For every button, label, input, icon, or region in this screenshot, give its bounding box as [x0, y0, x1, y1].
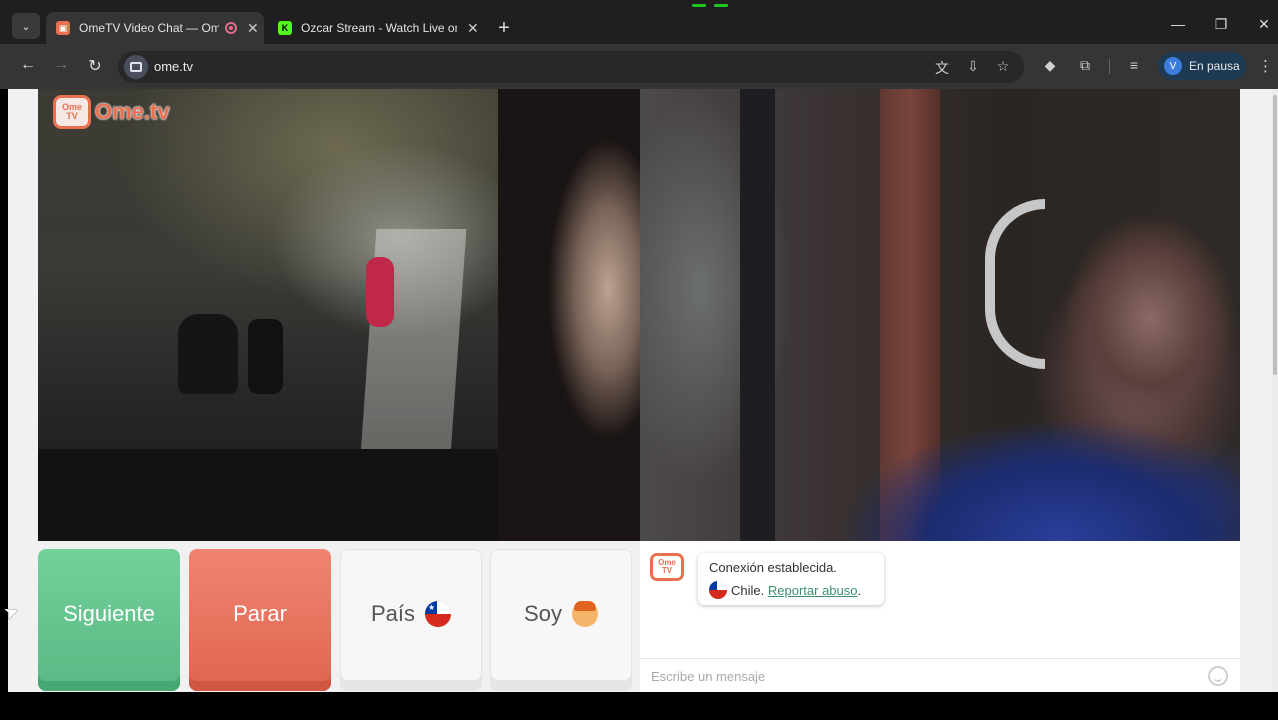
person-face — [498, 89, 640, 541]
arrow-left-icon: ← — [20, 56, 36, 73]
ometv-logo[interactable]: Ome TV Ome.tv — [53, 95, 170, 129]
plus-icon: + — [498, 17, 510, 39]
translate-icon[interactable]: 文 — [932, 58, 952, 78]
bag — [248, 319, 283, 394]
chat-logo-bottom: TV — [661, 566, 673, 575]
tab-kick[interactable]: K Ozcar Stream - Watch Live on K ✕ — [268, 12, 486, 44]
system-message: Conexión establecida. Chile. Reportar ab… — [698, 553, 884, 605]
extension-icon[interactable]: ◆ — [1040, 57, 1060, 74]
camera-icon — [130, 62, 142, 72]
chile-flag-icon: ★ — [425, 601, 452, 627]
toolbar-divider — [1109, 59, 1110, 74]
report-abuse-link[interactable]: Reportar abuso — [768, 583, 858, 598]
media-controls-icon[interactable]: ≡ — [1124, 57, 1144, 73]
message-input[interactable]: Escribe un mensaje — [640, 658, 1240, 692]
ometv-chat-icon: Ome TV — [650, 553, 684, 581]
reload-icon: ↻ — [88, 58, 102, 75]
close-window-button[interactable]: ✕ — [1254, 16, 1274, 33]
report-suffix: . — [857, 582, 862, 598]
logo-wordmark: Ome.tv — [95, 99, 170, 124]
tab-search-button[interactable]: ⌄ — [12, 13, 40, 39]
taskbar-area — [0, 692, 1278, 720]
scrollbar-thumb[interactable] — [1273, 95, 1277, 375]
boy-emoji-icon — [571, 601, 598, 627]
bookmark-star-icon[interactable]: ☆ — [993, 58, 1013, 75]
back-button[interactable]: ← — [18, 56, 38, 74]
kick-favicon-icon: K — [278, 21, 292, 35]
message-placeholder: Escribe un mensaje — [651, 669, 766, 684]
tab-title: OmeTV Video Chat — Ome — [79, 21, 219, 35]
tab-title: Ozcar Stream - Watch Live on K — [301, 21, 457, 35]
site-info-button[interactable] — [124, 55, 148, 79]
tv-logo-icon: Ome TV — [53, 95, 91, 129]
local-video — [38, 89, 640, 541]
minimize-button[interactable]: — — [1168, 16, 1188, 32]
recording-icon — [225, 22, 237, 34]
gender-button-label: Soy — [524, 601, 562, 626]
arrow-right-icon: → — [53, 56, 69, 73]
window-top-strip — [0, 0, 1278, 8]
remote-face — [1040, 199, 1240, 429]
dark-pole — [740, 89, 775, 541]
profile-button[interactable]: V En pausa — [1158, 52, 1246, 80]
next-button-label: Siguiente — [63, 601, 155, 626]
stop-button[interactable]: Parar — [189, 549, 331, 691]
tab-ometv[interactable]: ▣ OmeTV Video Chat — Ome ✕ — [46, 12, 264, 44]
tab-strip: ⌄ ▣ OmeTV Video Chat — Ome ✕ K Ozcar Str… — [0, 8, 1278, 44]
red-bag — [366, 257, 394, 327]
chat-panel: Ome TV Conexión establecida. Chile. Repo… — [640, 541, 1240, 692]
url-text: ome.tv — [154, 59, 194, 74]
gender-button[interactable]: Soy — [490, 549, 632, 691]
stop-button-label: Parar — [233, 601, 287, 626]
emoji-icon[interactable] — [1208, 666, 1228, 686]
ometv-page: Ome TV Ome.tv Siguiente Parar País ★ Soy… — [8, 89, 1272, 692]
blue-shirt — [840, 419, 1240, 541]
extensions-puzzle-icon[interactable]: ⧉ — [1075, 57, 1095, 74]
partner-country: Chile. — [731, 582, 765, 598]
remote-video — [640, 89, 1240, 541]
address-bar[interactable]: ome.tv 文 ⇩ ☆ — [118, 51, 1024, 83]
backpack — [178, 314, 238, 394]
forward-button[interactable]: → — [51, 56, 71, 74]
avatar: V — [1164, 57, 1182, 75]
page-scrollbar[interactable] — [1272, 89, 1278, 692]
window-indicator — [714, 4, 728, 7]
install-app-icon[interactable]: ⇩ — [963, 58, 983, 75]
new-tab-button[interactable]: + — [494, 17, 514, 40]
menu-kebab-icon[interactable]: ⋮ — [1258, 57, 1273, 75]
headphones — [985, 199, 1045, 369]
dark-foreground — [38, 449, 558, 541]
country-button-label: País — [370, 601, 416, 626]
chevron-down-icon: ⌄ — [21, 20, 31, 33]
connection-status: Conexión establecida. — [709, 560, 837, 575]
close-tab-icon[interactable]: ✕ — [467, 20, 479, 37]
reload-button[interactable]: ↻ — [85, 56, 105, 76]
restore-button[interactable]: ❐ — [1211, 16, 1231, 33]
window-indicator — [692, 4, 706, 7]
close-tab-icon[interactable]: ✕ — [247, 20, 259, 37]
ometv-favicon-icon: ▣ — [56, 21, 70, 35]
logo-badge-bottom: TV — [66, 111, 78, 121]
country-button[interactable]: País ★ — [340, 549, 482, 691]
next-button[interactable]: Siguiente — [38, 549, 180, 691]
chile-flag-icon — [709, 581, 727, 599]
profile-status: En pausa — [1189, 59, 1240, 73]
